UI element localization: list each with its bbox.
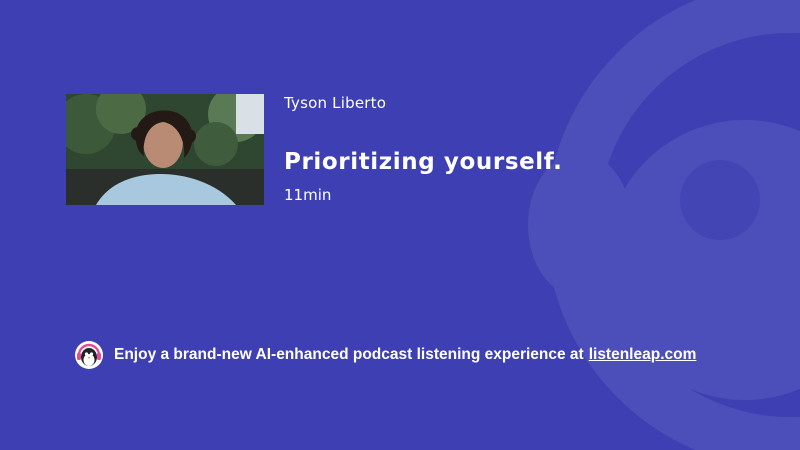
episode-thumbnail[interactable] xyxy=(66,94,264,205)
listenleap-link[interactable]: listenleap.com xyxy=(589,346,697,364)
penguin-logo-icon xyxy=(75,341,103,369)
episode-title: Prioritizing yourself. xyxy=(284,149,563,175)
promo-text: Enjoy a brand-new AI-enhanced podcast li… xyxy=(114,346,584,363)
promo-banner: Enjoy a brand-new AI-enhanced podcast li… xyxy=(74,340,696,370)
penguin-watermark-icon xyxy=(528,0,800,450)
episode-author: Tyson Liberto xyxy=(284,94,387,112)
episode-duration: 11min xyxy=(284,186,332,204)
